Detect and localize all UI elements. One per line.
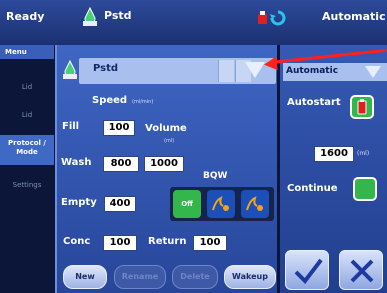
top-program-name: Pstd: [104, 9, 132, 22]
empty-label: Empty: [61, 197, 97, 208]
bqw-off-toggle[interactable]: Off: [173, 190, 201, 218]
program-name: Pstd: [93, 63, 119, 74]
wash-input-2[interactable]: 1000: [144, 156, 184, 172]
top-mode-label: Automatic: [322, 10, 386, 23]
conc-label: Conc: [63, 236, 91, 247]
time-input[interactable]: 1600: [314, 146, 354, 162]
delete-button[interactable]: Delete: [172, 265, 218, 289]
bqw-option-2-toggle[interactable]: [241, 190, 269, 218]
close-icon: [340, 259, 384, 293]
bqw-label: BQW: [203, 171, 228, 181]
fill-label: Fill: [62, 121, 80, 132]
speed-unit: (ml/min): [132, 99, 154, 105]
bqw-option-icon: [241, 196, 269, 222]
confirm-button[interactable]: [285, 250, 329, 290]
sidebar-item-lid[interactable]: Lid: [0, 83, 54, 91]
annotation-arrow-head: [263, 56, 278, 72]
sidebar-item-settings[interactable]: Settings: [0, 181, 54, 189]
status-text: Ready: [6, 10, 45, 23]
fill-input[interactable]: 100: [103, 120, 135, 136]
continue-label: Continue: [287, 183, 338, 194]
return-input[interactable]: 100: [193, 235, 227, 251]
new-button[interactable]: New: [63, 265, 107, 289]
volume-label: Volume: [145, 123, 187, 134]
chevron-down-icon[interactable]: [245, 62, 265, 78]
sidebar: Menu Lid Lid Protocol / Mode Settings: [0, 45, 54, 293]
return-label: Return: [148, 236, 187, 247]
cancel-button[interactable]: [339, 250, 383, 290]
sidebar-item-protocol-mode[interactable]: Protocol / Mode: [0, 135, 54, 165]
empty-input[interactable]: 400: [104, 196, 136, 212]
autostart-toggle[interactable]: [350, 95, 374, 119]
checkmark-icon: [286, 258, 330, 293]
droplet-icon: [80, 6, 100, 31]
battery-icon: [352, 99, 372, 121]
bqw-off-label: Off: [181, 200, 193, 208]
time-unit: (ml): [357, 150, 370, 157]
sync-status-icon: [258, 8, 288, 32]
scroll-up-button[interactable]: [218, 60, 234, 82]
volume-unit: (ml): [164, 138, 175, 144]
continue-toggle[interactable]: [353, 177, 377, 201]
bqw-option-icon: [207, 196, 235, 222]
wakeup-button[interactable]: Wakeup: [224, 265, 276, 289]
chevron-down-icon[interactable]: [365, 66, 381, 78]
rename-button[interactable]: Rename: [114, 265, 166, 289]
mode-select-value: Automatic: [286, 66, 339, 76]
conc-input[interactable]: 100: [103, 235, 137, 251]
bqw-option-1-toggle[interactable]: [207, 190, 235, 218]
droplet-icon: [61, 59, 79, 84]
wash-label: Wash: [61, 157, 92, 168]
wash-input-1[interactable]: 800: [103, 156, 139, 172]
autostart-label: Autostart: [287, 97, 341, 108]
menu-header: Menu: [0, 45, 54, 59]
speed-label: Speed: [92, 95, 128, 106]
sidebar-item-lid-2[interactable]: Lid: [0, 111, 54, 119]
